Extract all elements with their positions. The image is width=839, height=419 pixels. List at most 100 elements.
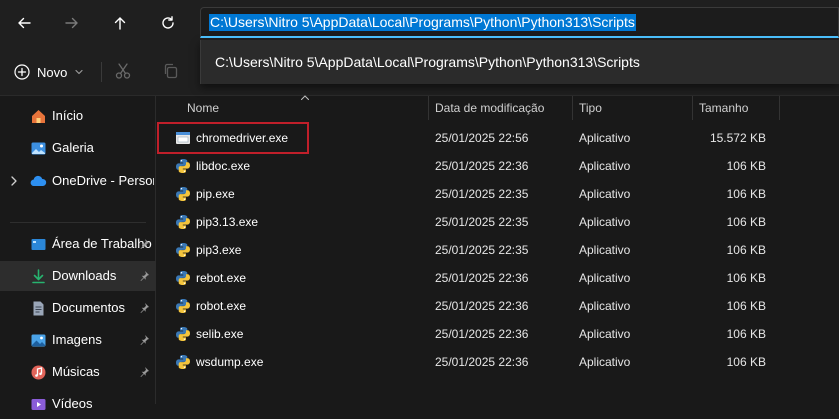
file-name[interactable]: rebot.exe: [196, 271, 246, 285]
column-divider[interactable]: [692, 96, 693, 120]
sidebar-item-imagens[interactable]: Imagens: [0, 325, 156, 355]
file-size: 106 KB: [726, 355, 766, 369]
sidebar-item-onedrive[interactable]: OneDrive - Persona: [0, 166, 156, 196]
address-bar[interactable]: C:\Users\Nitro 5\AppData\Local\Programs\…: [200, 7, 839, 38]
forward-button[interactable]: [56, 8, 88, 38]
sidebar-item-videos[interactable]: Vídeos: [0, 389, 156, 419]
python-icon: [175, 298, 191, 314]
file-row[interactable]: wsdump.exe 25/01/2025 22:36 Aplicativo 106 …: [157, 348, 839, 376]
music-icon: [30, 364, 47, 381]
file-type: Aplicativo: [579, 355, 631, 369]
python-icon: [175, 242, 191, 258]
pin-icon[interactable]: [139, 270, 150, 281]
file-row[interactable]: libdoc.exe 25/01/2025 22:36 Aplicativo 106 …: [157, 152, 839, 180]
file-date: 25/01/2025 22:36: [435, 299, 529, 313]
sidebar-item-documentos[interactable]: Documentos: [0, 293, 156, 323]
video-icon: [30, 396, 47, 413]
column-divider[interactable]: [428, 96, 429, 120]
file-size: 106 KB: [726, 271, 766, 285]
arrow-up-icon: [112, 15, 128, 31]
python-icon: [175, 186, 191, 202]
cloud-icon: [30, 173, 47, 190]
column-divider[interactable]: [779, 96, 780, 120]
file-row[interactable]: pip.exe 25/01/2025 22:35 Aplicativo 106 KB: [157, 180, 839, 208]
file-type: Aplicativo: [579, 131, 631, 145]
pin-icon[interactable]: [139, 302, 150, 313]
file-date: 25/01/2025 22:35: [435, 243, 529, 257]
python-icon: [175, 326, 191, 342]
file-type: Aplicativo: [579, 159, 631, 173]
sidebar-item-musicas[interactable]: Músicas: [0, 357, 156, 387]
file-date: 25/01/2025 22:36: [435, 327, 529, 341]
file-type: Aplicativo: [579, 327, 631, 341]
column-header-row: Nome Data de modificação Tipo Tamanho: [157, 94, 839, 120]
document-icon: [30, 300, 47, 317]
column-header-name[interactable]: Nome: [187, 101, 219, 115]
file-size: 106 KB: [726, 243, 766, 257]
file-name[interactable]: chromedriver.exe: [196, 131, 288, 145]
new-button[interactable]: Novo: [8, 58, 90, 86]
sidebar-divider: [10, 222, 146, 223]
file-row[interactable]: pip3.exe 25/01/2025 22:35 Aplicativo 106 KB: [157, 236, 839, 264]
file-date: 25/01/2025 22:36: [435, 159, 529, 173]
python-icon: [175, 214, 191, 230]
pin-icon[interactable]: [139, 366, 150, 377]
command-separator: [101, 62, 102, 82]
home-icon: [30, 108, 47, 125]
file-size: 106 KB: [726, 299, 766, 313]
column-divider[interactable]: [572, 96, 573, 120]
python-icon: [175, 270, 191, 286]
file-type: Aplicativo: [579, 243, 631, 257]
app-window-icon: [175, 130, 191, 146]
file-name[interactable]: libdoc.exe: [196, 159, 250, 173]
file-name[interactable]: wsdump.exe: [196, 355, 263, 369]
file-name[interactable]: pip3.exe: [196, 243, 241, 257]
up-button[interactable]: [104, 8, 136, 38]
cut-button[interactable]: [114, 62, 132, 80]
sidebar-item-galeria[interactable]: Galeria: [0, 133, 156, 163]
file-name[interactable]: robot.exe: [196, 299, 246, 313]
python-icon: [175, 354, 191, 370]
pin-icon[interactable]: [139, 334, 150, 345]
desktop-icon: [30, 236, 47, 253]
file-list: Nome Data de modificação Tipo Tamanho ch…: [157, 94, 839, 404]
file-row[interactable]: selib.exe 25/01/2025 22:36 Aplicativo 106 K…: [157, 320, 839, 348]
column-header-size[interactable]: Tamanho: [699, 101, 748, 115]
file-date: 25/01/2025 22:35: [435, 187, 529, 201]
chevron-right-icon[interactable]: [9, 175, 19, 187]
refresh-button[interactable]: [152, 8, 184, 38]
pin-icon[interactable]: [139, 238, 150, 249]
sidebar-item-inicio[interactable]: Início: [0, 101, 156, 131]
sidebar-item-area-de-trabalho[interactable]: Área de Trabalho: [0, 229, 156, 259]
image-icon: [30, 332, 47, 349]
sort-ascending-icon: [300, 94, 310, 101]
file-date: 25/01/2025 22:35: [435, 215, 529, 229]
file-name[interactable]: pip3.13.exe: [196, 215, 258, 229]
file-date: 25/01/2025 22:56: [435, 131, 529, 145]
copy-button[interactable]: [163, 63, 179, 79]
file-size: 15.572 KB: [709, 131, 766, 145]
plus-icon: [14, 64, 30, 80]
file-date: 25/01/2025 22:36: [435, 355, 529, 369]
scissors-icon: [114, 62, 132, 80]
sidebar-item-downloads[interactable]: Downloads: [0, 261, 156, 291]
file-row[interactable]: rebot.exe 25/01/2025 22:36 Aplicativo 106 K…: [157, 264, 839, 292]
column-header-type[interactable]: Tipo: [579, 101, 602, 115]
file-date: 25/01/2025 22:36: [435, 271, 529, 285]
file-type: Aplicativo: [579, 271, 631, 285]
file-type: Aplicativo: [579, 215, 631, 229]
gallery-icon: [30, 140, 47, 157]
column-header-date[interactable]: Data de modificação: [435, 101, 544, 115]
file-row[interactable]: chromedriver.exe 25/01/2025 22:56 Aplicati…: [157, 124, 839, 152]
navigation-pane: Início Galeria OneDrive - Persona Área d…: [0, 96, 156, 411]
file-name[interactable]: selib.exe: [196, 327, 243, 341]
address-suggestion-item[interactable]: C:\Users\Nitro 5\AppData\Local\Programs\…: [215, 54, 640, 70]
back-button[interactable]: [8, 8, 40, 38]
file-row[interactable]: pip3.13.exe 25/01/2025 22:35 Aplicativo 106…: [157, 208, 839, 236]
file-size: 106 KB: [726, 159, 766, 173]
address-input[interactable]: C:\Users\Nitro 5\AppData\Local\Programs\…: [209, 14, 636, 31]
file-size: 106 KB: [726, 215, 766, 229]
refresh-icon: [160, 15, 176, 31]
file-row[interactable]: robot.exe 25/01/2025 22:36 Aplicativo 106 K…: [157, 292, 839, 320]
file-name[interactable]: pip.exe: [196, 187, 235, 201]
